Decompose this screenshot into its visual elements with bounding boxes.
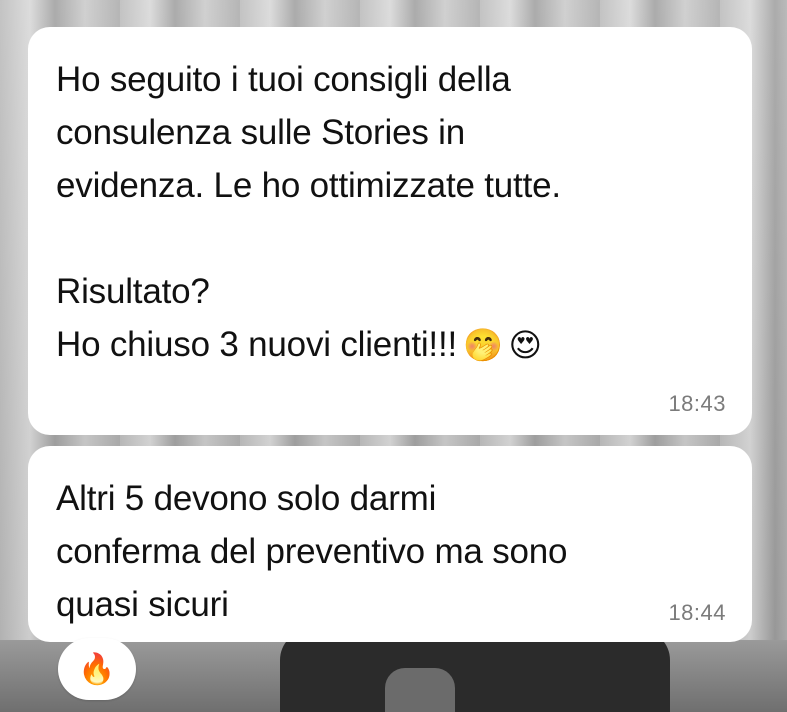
message-timestamp: 18:44 xyxy=(668,600,726,625)
message-text-line: Altri 5 devono solo darmi xyxy=(56,479,437,518)
message-text-line: consulenza sulle Stories in xyxy=(56,113,465,152)
face-with-hand-over-mouth-icon: 🤭 xyxy=(463,326,503,364)
message-text-line: evidenza. Le ho ottimizzate tutte. xyxy=(56,166,561,205)
message-text-line: quasi sicuri xyxy=(56,585,229,624)
message-bubble[interactable]: Ho seguito i tuoi consigli della consule… xyxy=(28,27,752,435)
message-text-line: conferma del preventivo ma sono xyxy=(56,532,568,571)
message-timestamp: 18:43 xyxy=(668,391,726,416)
message-text-line: Risultato? xyxy=(56,272,210,311)
message-text-line: Ho chiuso 3 nuovi clienti!!! 🤭 😍 xyxy=(56,318,722,372)
message-bubble[interactable]: Altri 5 devono solo darmi conferma del p… xyxy=(28,446,752,642)
message-text: Ho chiuso 3 nuovi clienti!!! xyxy=(56,325,458,364)
heart-eyes-icon: 😍 xyxy=(508,326,542,364)
background-hands xyxy=(385,668,455,712)
reaction-badge[interactable]: 🔥 xyxy=(58,638,136,700)
message-text-line: Ho seguito i tuoi consigli della xyxy=(56,60,511,99)
background-figure xyxy=(280,630,670,712)
fire-icon: 🔥 xyxy=(78,651,116,687)
